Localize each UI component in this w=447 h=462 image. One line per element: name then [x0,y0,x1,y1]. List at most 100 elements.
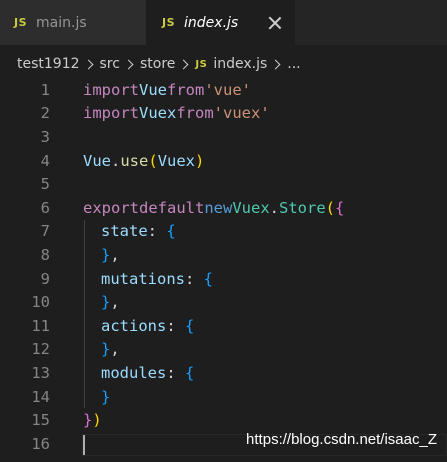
token: : [166,316,185,335]
code-content: }, [101,338,120,362]
code-content: export default new Vuex. Store({ [83,196,344,220]
token: ( [148,151,158,170]
line-number: 14 [31,387,50,406]
code-content: state: { [101,220,176,244]
token: state [101,222,148,241]
line-number: 1 [40,80,50,99]
token: import [83,104,139,123]
token: { [166,222,176,241]
token: modules [101,363,167,382]
breadcrumb-item-test1912[interactable]: test1912 [17,56,80,72]
token: import [83,80,139,99]
token: Vue [139,80,167,99]
code-line: 4 Vue. use(Vuex) [0,149,447,173]
code-line: 6 export default new Vuex. Store({ [0,196,447,220]
token: actions [101,316,167,335]
watermark: https://blog.csdn.net/isaac_Z [246,431,437,448]
code-content: }) [83,408,102,432]
line-number: 9 [40,269,50,288]
code-content: } [101,385,110,409]
line-number: 8 [40,245,50,264]
tab-main-js[interactable]: JS main.js [0,0,146,45]
code-content: import Vue from 'vue' [83,78,251,102]
code-line: 7 state: { [0,220,447,244]
line-number: 7 [40,222,50,241]
breadcrumb-item-src[interactable]: src [100,56,120,72]
token: . [111,151,121,170]
chevron-right-icon [178,59,189,69]
token: mutations [101,269,185,288]
breadcrumb-more[interactable]: ... [287,56,300,72]
code-line: 14 } [0,385,447,409]
token: } [101,340,111,359]
code-content: }, [101,290,120,314]
breadcrumb-item-store[interactable]: store [140,56,175,72]
code-content: }, [101,243,120,267]
js-file-icon: JS [195,58,208,70]
token: } [101,293,111,312]
code-editor[interactable]: 1 import Vue from 'vue' 2 import Vuex fr… [0,78,447,462]
token: , [110,245,120,264]
token: from [176,104,214,123]
token: } [101,245,111,264]
breadcrumb-item-file[interactable]: JS index.js [195,56,267,72]
tab-bar: JS main.js JS index.js [0,0,447,45]
token: { [335,198,345,217]
token: { [185,363,195,382]
token: Vue [83,151,111,170]
code-line: 5 [0,172,447,196]
token: new [204,198,233,217]
code-line: 1 import Vue from 'vue' [0,78,447,102]
token: , [110,293,120,312]
token: , [110,340,120,359]
token: ) [195,151,205,170]
token: Vuex [157,151,196,170]
token: } [101,387,111,406]
close-icon[interactable] [267,15,283,31]
code-content: mutations: { [101,267,213,291]
code-content: import Vuex from 'vuex' [83,102,270,126]
token: 'vuex' [213,104,270,123]
token: ( [325,198,336,217]
breadcrumb-file-label: index.js [213,56,268,72]
token: use [120,151,149,170]
line-number: 4 [40,151,50,170]
code-content: actions: { [101,314,194,338]
line-number: 16 [31,434,50,453]
code-line: 9 mutations: { [0,267,447,291]
code-line: 8 }, [0,243,447,267]
token: Vuex [232,198,270,217]
token: } [83,411,93,430]
line-number: 12 [31,340,50,359]
token: 'vue' [204,80,251,99]
tab-index-js[interactable]: JS index.js [146,0,295,45]
token: default [139,198,205,217]
line-number: 13 [31,363,50,382]
token: : [185,269,204,288]
token: ) [92,411,102,430]
js-file-icon: JS [162,16,176,29]
chevron-right-icon [123,59,134,69]
token: : [147,222,167,241]
line-number: 2 [40,104,50,123]
line-number: 15 [31,411,50,430]
token: Vuex [139,104,177,123]
token: export [83,198,139,217]
token: . [269,198,279,217]
js-file-icon: JS [14,16,28,29]
code-line: 12 }, [0,338,447,362]
tab-label: index.js [184,14,239,31]
code-content: modules: { [101,361,194,385]
line-number: 3 [40,127,50,146]
line-number: 5 [40,175,50,194]
code-line: 2 import Vuex from 'vuex' [0,102,447,126]
code-line: 10 }, [0,290,447,314]
code-line: 11 actions: { [0,314,447,338]
code-content: Vue. use(Vuex) [83,149,204,173]
tab-label: main.js [36,14,87,31]
code-line: 13 modules: { [0,361,447,385]
code-line: 3 [0,125,447,149]
token: : [166,363,185,382]
token: from [167,80,205,99]
line-number: 11 [31,316,50,335]
